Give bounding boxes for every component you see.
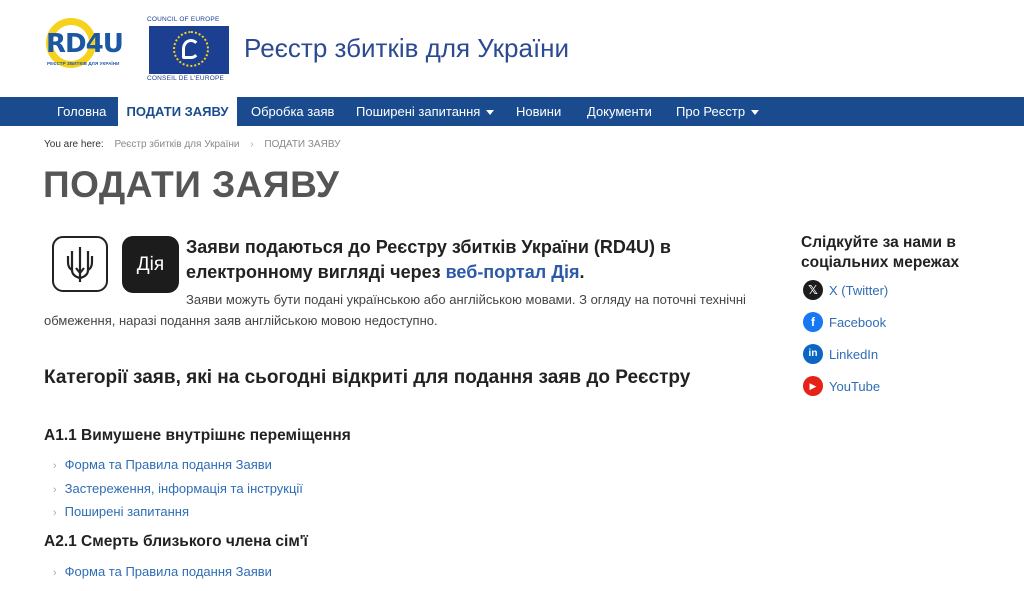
youtube-icon: ▶ — [803, 376, 823, 396]
intro-heading-text: Заяви подаються до Реєстру збитків Украї… — [186, 237, 671, 282]
facebook-icon: f — [803, 312, 823, 332]
category-a1-heading: A1.1 Вимушене внутрішнє переміщення — [44, 427, 351, 444]
breadcrumb-lead: You are here: — [44, 139, 104, 150]
nav-item-about[interactable]: Про Реєстр — [676, 97, 760, 126]
breadcrumb-separator-icon: › — [250, 139, 254, 150]
intro-heading: Заяви подаються до Реєстру збитків Украї… — [186, 235, 766, 285]
social-link-x[interactable]: 𝕏 X (Twitter) — [803, 279, 888, 301]
x-icon: 𝕏 — [803, 280, 823, 300]
link-label: Застереження, інформація та інструкції — [64, 481, 303, 496]
council-of-europe-logo[interactable]: COUNCIL OF EUROPE CONSEIL DE L'EUROPE — [147, 16, 231, 84]
site-title[interactable]: Реєстр збитків для України — [244, 33, 569, 64]
social-label: LinkedIn — [829, 346, 879, 362]
chevron-right-icon: › — [53, 507, 57, 519]
social-link-youtube[interactable]: ▶ YouTube — [803, 375, 880, 397]
social-link-facebook[interactable]: f Facebook — [803, 311, 886, 333]
intro-body: Заяви можуть бути подані українською або… — [44, 292, 746, 328]
nav-item-news[interactable]: Новини — [516, 97, 561, 126]
category-a1-link-form[interactable]: › Форма та Правила подання Заяви — [53, 457, 272, 472]
nav-item-documents[interactable]: Документи — [587, 97, 652, 126]
social-link-linkedin[interactable]: in LinkedIn — [803, 343, 878, 365]
intro-heading-end: . — [579, 262, 585, 282]
diia-app-icon[interactable]: Дія — [122, 236, 179, 293]
nav-item-faq[interactable]: Поширені запитання — [356, 97, 495, 126]
link-label: Поширені запитання — [64, 504, 190, 519]
nav-item-about-label: Про Реєстр — [676, 104, 746, 119]
linkedin-icon: in — [803, 344, 823, 364]
social-label: X (Twitter) — [829, 282, 889, 298]
site-header: RD4U РЕЄСТР ЗБИТКІВ ДЛЯ УКРАЇНИ COUNCIL … — [0, 0, 1024, 97]
chevron-right-icon: › — [53, 460, 57, 472]
breadcrumb-current: ПОДАТИ ЗАЯВУ — [264, 139, 341, 150]
trident-icon — [52, 236, 108, 292]
social-label: Facebook — [829, 314, 887, 330]
categories-heading: Категорії заяв, які на сьогодні відкриті… — [44, 367, 691, 388]
nav-item-home[interactable]: Головна — [57, 97, 106, 126]
category-a1-link-faq[interactable]: › Поширені запитання — [53, 504, 189, 519]
nav-item-claim-processing[interactable]: Обробка заяв — [251, 97, 334, 126]
category-a2-heading: A2.1 Смерть близького члена сім'ї — [44, 533, 308, 550]
coe-emblem — [149, 26, 229, 74]
main-nav: Головна ПОДАТИ ЗАЯВУ Обробка заяв Пошире… — [0, 97, 1024, 126]
breadcrumb-link-home[interactable]: Реєстр збитків для України — [114, 139, 239, 150]
chevron-down-icon — [751, 110, 760, 116]
social-heading: Слідкуйте за нами в соціальних мережах — [801, 234, 960, 271]
chevron-down-icon — [486, 110, 495, 116]
diia-portal-link[interactable]: веб-портал Дія — [446, 262, 580, 282]
page-title: ПОДАТИ ЗАЯВУ — [43, 164, 340, 205]
nav-item-faq-label: Поширені запитання — [356, 104, 481, 119]
coe-logo-bottom-text: CONSEIL DE L'EUROPE — [147, 75, 225, 82]
rd4u-logo-subtitle: РЕЄСТР ЗБИТКІВ ДЛЯ УКРАЇНИ — [47, 61, 120, 66]
coe-swirl-icon — [182, 39, 200, 59]
rd4u-logo[interactable]: RD4U РЕЄСТР ЗБИТКІВ ДЛЯ УКРАЇНИ — [44, 18, 138, 72]
chevron-right-icon: › — [53, 484, 57, 496]
breadcrumb: You are here: Реєстр збитків для України… — [44, 139, 341, 150]
coe-logo-top-text: COUNCIL OF EUROPE — [147, 16, 220, 23]
category-a2-link-form[interactable]: › Форма та Правила подання Заяви — [53, 564, 272, 579]
social-label: YouTube — [829, 378, 881, 394]
nav-item-submit-claim[interactable]: ПОДАТИ ЗАЯВУ — [118, 97, 237, 126]
chevron-right-icon: › — [53, 567, 57, 579]
link-label: Форма та Правила подання Заяви — [64, 564, 272, 579]
category-a1-link-info[interactable]: › Застереження, інформація та інструкції — [53, 481, 303, 496]
rd4u-logo-text: RD4U — [46, 29, 124, 59]
link-label: Форма та Правила подання Заяви — [64, 457, 272, 472]
